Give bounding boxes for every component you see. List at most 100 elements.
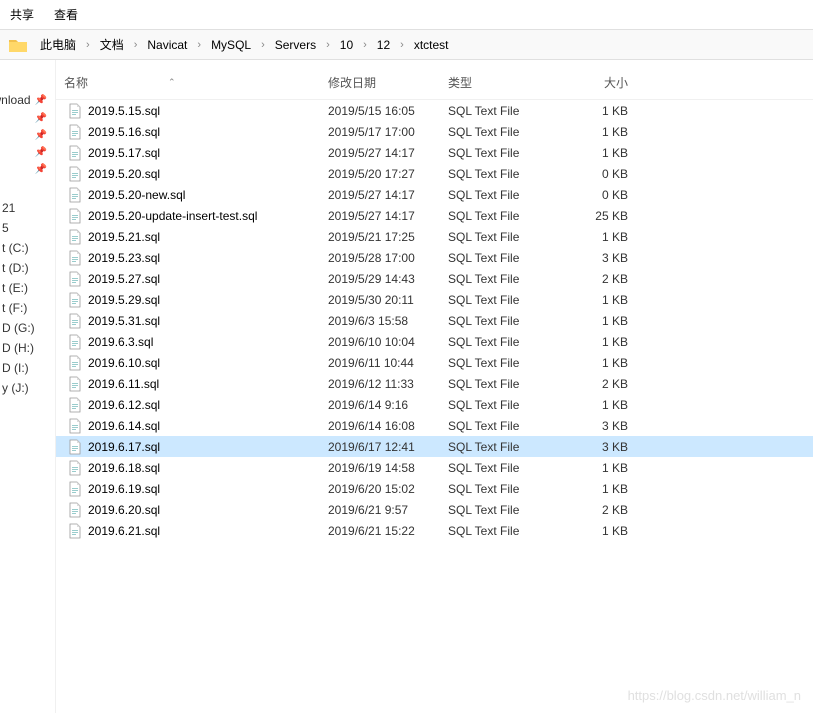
- file-row[interactable]: 2019.6.17.sql2019/6/17 12:41SQL Text Fil…: [56, 436, 813, 457]
- breadcrumb-separator-icon: ›: [134, 39, 138, 51]
- breadcrumb-item[interactable]: 此电脑: [36, 34, 80, 55]
- file-date-cell: 2019/6/10 10:04: [320, 335, 440, 349]
- file-date-cell: 2019/6/14 9:16: [320, 398, 440, 412]
- toolbar: 此电脑›文档›Navicat›MySQL›Servers›10›12›xtcte…: [0, 29, 813, 60]
- breadcrumb-item[interactable]: MySQL: [207, 36, 255, 54]
- file-type-cell: SQL Text File: [440, 314, 560, 328]
- file-name-label: 2019.5.27.sql: [88, 272, 160, 286]
- file-type-cell: SQL Text File: [440, 356, 560, 370]
- file-name-cell: 2019.6.21.sql: [56, 523, 320, 539]
- file-row[interactable]: 2019.5.16.sql2019/5/17 17:00SQL Text Fil…: [56, 121, 813, 142]
- column-name-header[interactable]: 名称 ⌃: [56, 74, 320, 91]
- sidebar-drive-item[interactable]: t (C:): [0, 238, 55, 258]
- file-date-cell: 2019/5/21 17:25: [320, 230, 440, 244]
- breadcrumb-item[interactable]: 10: [336, 36, 357, 54]
- breadcrumb-item[interactable]: 文档: [96, 34, 128, 55]
- sidebar-quick-item[interactable]: 📌: [0, 110, 55, 127]
- file-name-label: 2019.6.17.sql: [88, 440, 160, 454]
- sidebar-drive-item[interactable]: 21: [0, 198, 55, 218]
- file-type-cell: SQL Text File: [440, 503, 560, 517]
- file-row[interactable]: 2019.6.11.sql2019/6/12 11:33SQL Text Fil…: [56, 373, 813, 394]
- sidebar-drive-item[interactable]: D (I:): [0, 358, 55, 378]
- breadcrumb-item[interactable]: Navicat: [143, 36, 191, 54]
- file-size-cell: 3 KB: [560, 440, 640, 454]
- sql-file-icon: [68, 166, 82, 182]
- file-size-cell: 2 KB: [560, 377, 640, 391]
- file-date-cell: 2019/6/11 10:44: [320, 356, 440, 370]
- file-size-cell: 1 KB: [560, 461, 640, 475]
- breadcrumb-item[interactable]: xtctest: [410, 36, 453, 54]
- file-row[interactable]: 2019.5.23.sql2019/5/28 17:00SQL Text Fil…: [56, 247, 813, 268]
- sidebar-drive-item[interactable]: D (G:): [0, 318, 55, 338]
- sql-file-icon: [68, 418, 82, 434]
- file-row[interactable]: 2019.5.20-new.sql2019/5/27 14:17SQL Text…: [56, 184, 813, 205]
- file-row[interactable]: 2019.5.21.sql2019/5/21 17:25SQL Text Fil…: [56, 226, 813, 247]
- file-name-label: 2019.6.11.sql: [88, 377, 159, 391]
- file-row[interactable]: 2019.5.15.sql2019/5/15 16:05SQL Text Fil…: [56, 100, 813, 121]
- column-type-header[interactable]: 类型: [440, 74, 560, 91]
- file-row[interactable]: 2019.6.3.sql2019/6/10 10:04SQL Text File…: [56, 331, 813, 352]
- file-row[interactable]: 2019.6.14.sql2019/6/14 16:08SQL Text Fil…: [56, 415, 813, 436]
- sidebar-drive-item[interactable]: D (H:): [0, 338, 55, 358]
- file-name-cell: 2019.6.3.sql: [56, 334, 320, 350]
- file-row[interactable]: 2019.5.31.sql2019/6/3 15:58SQL Text File…: [56, 310, 813, 331]
- file-name-label: 2019.6.14.sql: [88, 419, 160, 433]
- file-row[interactable]: 2019.5.29.sql2019/5/30 20:11SQL Text Fil…: [56, 289, 813, 310]
- file-row[interactable]: 2019.6.19.sql2019/6/20 15:02SQL Text Fil…: [56, 478, 813, 499]
- file-name-cell: 2019.5.23.sql: [56, 250, 320, 266]
- file-row[interactable]: 2019.6.10.sql2019/6/11 10:44SQL Text Fil…: [56, 352, 813, 373]
- sidebar-drive-item[interactable]: 5: [0, 218, 55, 238]
- file-row[interactable]: 2019.5.27.sql 2019/5/29 14:43SQL Text Fil…: [56, 268, 813, 289]
- breadcrumb[interactable]: 此电脑›文档›Navicat›MySQL›Servers›10›12›xtcte…: [36, 34, 805, 55]
- file-date-cell: 2019/5/29 14:43: [320, 272, 440, 286]
- sidebar-quick-item[interactable]: 📌: [0, 161, 55, 178]
- column-headers: 名称 ⌃ 修改日期 类型 大小: [56, 68, 813, 100]
- file-type-cell: SQL Text File: [440, 272, 560, 286]
- sidebar-drive-item[interactable]: y (J:): [0, 378, 55, 398]
- file-date-cell: 2019/5/20 17:27: [320, 167, 440, 181]
- file-date-cell: 2019/5/28 17:00: [320, 251, 440, 265]
- breadcrumb-separator-icon: ›: [197, 39, 201, 51]
- pin-icon: 📌: [35, 95, 47, 106]
- sidebar-drive-item[interactable]: t (E:): [0, 278, 55, 298]
- breadcrumb-item[interactable]: Servers: [271, 36, 320, 54]
- file-name-label: 2019.6.19.sql: [88, 482, 160, 496]
- sql-file-icon: [68, 376, 82, 392]
- sql-file-icon: [68, 355, 82, 371]
- file-size-cell: 1 KB: [560, 398, 640, 412]
- breadcrumb-item[interactable]: 12: [373, 36, 394, 54]
- menu-view[interactable]: 查看: [54, 6, 78, 23]
- file-name-label: 2019.5.20-update-insert-test.sql: [88, 209, 257, 223]
- file-name-label: 2019.6.3.sql: [88, 335, 153, 349]
- file-date-cell: 2019/5/17 17:00: [320, 125, 440, 139]
- sql-file-icon: [68, 481, 82, 497]
- file-name-cell: 2019.5.31.sql: [56, 313, 320, 329]
- file-row[interactable]: 2019.6.12.sql2019/6/14 9:16SQL Text File…: [56, 394, 813, 415]
- sql-file-icon: [68, 523, 82, 539]
- sidebar-quick-item[interactable]: 📌: [0, 144, 55, 161]
- sidebar-drive-item[interactable]: t (F:): [0, 298, 55, 318]
- sql-file-icon: [68, 334, 82, 350]
- sidebar-quick-item[interactable]: 📌: [0, 127, 55, 144]
- column-date-header[interactable]: 修改日期: [320, 74, 440, 91]
- sql-file-icon: [68, 124, 82, 140]
- file-date-cell: 2019/5/30 20:11: [320, 293, 440, 307]
- column-size-header[interactable]: 大小: [560, 74, 640, 91]
- file-row[interactable]: 2019.6.20.sql2019/6/21 9:57SQL Text File…: [56, 499, 813, 520]
- sidebar-quick-item[interactable]: wnload 📌: [0, 90, 55, 110]
- breadcrumb-separator-icon: ›: [363, 39, 367, 51]
- file-name-label: 2019.5.29.sql: [88, 293, 160, 307]
- file-type-cell: SQL Text File: [440, 167, 560, 181]
- file-type-cell: SQL Text File: [440, 125, 560, 139]
- sidebar-item-label: wnload: [0, 93, 31, 107]
- file-row[interactable]: 2019.6.18.sql2019/6/19 14:58SQL Text Fil…: [56, 457, 813, 478]
- file-row[interactable]: 2019.5.20.sql2019/5/20 17:27SQL Text Fil…: [56, 163, 813, 184]
- sidebar-drive-item[interactable]: t (D:): [0, 258, 55, 278]
- file-name-cell: 2019.6.14.sql: [56, 418, 320, 434]
- file-row[interactable]: 2019.5.20-update-insert-test.sql2019/5/2…: [56, 205, 813, 226]
- file-row[interactable]: 2019.5.17.sql2019/5/27 14:17SQL Text Fil…: [56, 142, 813, 163]
- file-date-cell: 2019/6/19 14:58: [320, 461, 440, 475]
- menu-bar: 共享 查看: [0, 0, 813, 29]
- file-row[interactable]: 2019.6.21.sql2019/6/21 15:22SQL Text Fil…: [56, 520, 813, 541]
- menu-share[interactable]: 共享: [10, 6, 34, 23]
